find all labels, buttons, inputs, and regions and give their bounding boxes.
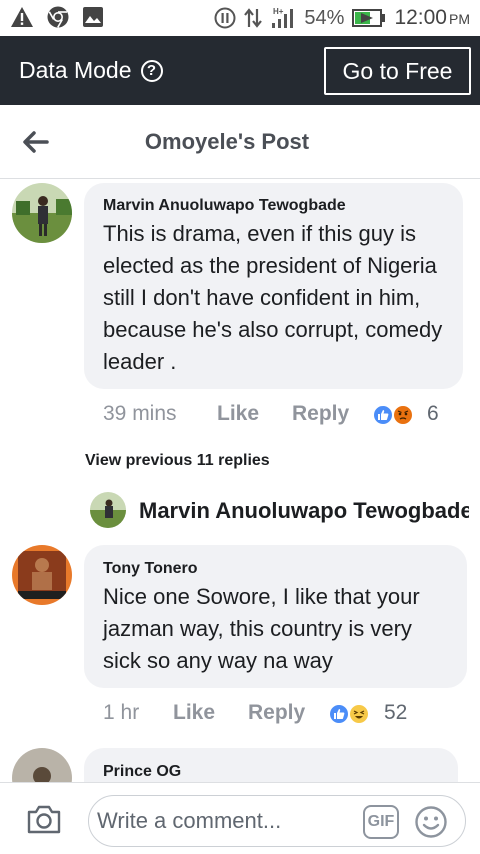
like-reaction-icon[interactable] (372, 404, 394, 426)
haha-reaction-icon[interactable] (348, 703, 370, 725)
svg-text:H+: H+ (273, 7, 284, 16)
comment-composer: GIF (0, 782, 480, 854)
post-header: Omoyele's Post (0, 105, 480, 179)
gif-button[interactable]: GIF (363, 805, 399, 839)
comment-author[interactable]: Tony Tonero (103, 560, 198, 578)
reply-author[interactable]: Marvin Anuoluwapo Tewogbade (139, 498, 469, 524)
view-previous-replies-link[interactable]: View previous 11 replies (85, 452, 270, 470)
reaction-count[interactable]: 6 (427, 402, 439, 426)
clock: 12:00 PM (394, 6, 470, 29)
data-mode-bar: Data Mode ? Go to Free (0, 36, 480, 105)
data-saver-icon (214, 7, 236, 29)
page-title: Omoyele's Post (144, 129, 310, 154)
battery-icon (352, 9, 386, 27)
avatar[interactable] (90, 492, 126, 528)
reaction-count[interactable]: 52 (384, 701, 407, 725)
reply-button[interactable]: Reply (292, 402, 349, 426)
data-mode-label: Data Mode (19, 57, 132, 83)
angry-reaction-icon[interactable] (392, 404, 414, 426)
go-to-free-button[interactable]: Go to Free (324, 47, 471, 95)
chrome-icon (47, 6, 69, 28)
comment-time: 1 hr (103, 701, 140, 724)
data-mode-toggle[interactable]: Data Mode ? (19, 57, 163, 84)
signal-icon: H+ (272, 7, 294, 28)
status-bar: H+ 54% 12:00 PM (0, 0, 480, 36)
comment-text: This is drama, even if this guy is elect… (103, 221, 443, 374)
comment-input[interactable] (97, 800, 357, 842)
battery-percent: 54% (304, 6, 345, 29)
comment-input-container[interactable]: GIF (88, 795, 466, 847)
data-transfer-icon (244, 8, 263, 28)
emoji-icon[interactable] (414, 805, 448, 839)
like-button[interactable]: Like (173, 701, 215, 725)
gallery-icon (83, 7, 103, 27)
comment-time: 39 mins (103, 402, 177, 425)
like-button[interactable]: Like (217, 402, 259, 426)
comment-text: Nice one Sowore, I like that your jazman… (103, 584, 420, 673)
like-reaction-icon[interactable] (328, 703, 350, 725)
camera-icon[interactable] (26, 803, 62, 835)
warning-icon (11, 7, 33, 27)
comment-author[interactable]: Prince OG (103, 763, 181, 781)
info-icon[interactable]: ? (140, 59, 163, 82)
comment-author[interactable]: Marvin Anuoluwapo Tewogbade (103, 197, 346, 215)
reply-button[interactable]: Reply (248, 701, 305, 725)
avatar[interactable] (12, 545, 72, 605)
avatar[interactable] (12, 183, 72, 243)
